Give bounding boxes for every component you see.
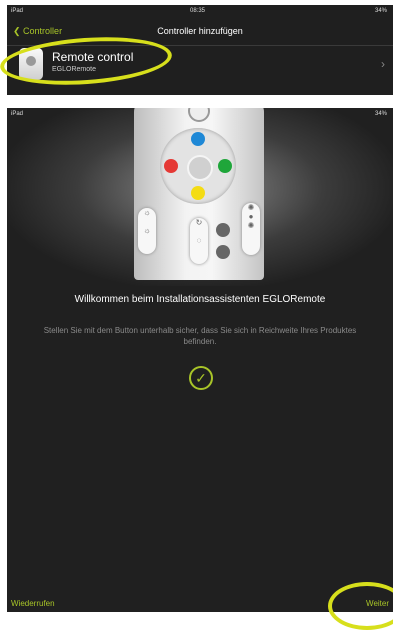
remote-body: ☼ ☼ ↻ ◌ ✺ ● ✺	[134, 108, 264, 280]
heart-icon	[216, 245, 230, 259]
center-button	[187, 155, 213, 181]
battery-level: 34%	[374, 111, 387, 117]
heart-icon	[216, 223, 230, 237]
clock: 08:35	[190, 8, 206, 14]
brightness-pill: ☼ ☼	[138, 208, 156, 254]
highlight-ellipse	[328, 582, 393, 630]
check-icon[interactable]: ✓	[189, 366, 213, 390]
chevron-right-icon: ›	[381, 57, 385, 71]
status-bar: iPad 34%	[7, 108, 393, 120]
color-dpad	[160, 128, 236, 204]
battery-level: 34%	[374, 8, 387, 14]
welcome-text: Willkommen beim Installationsassistenten…	[74, 294, 326, 305]
install-wizard-screen: ☼ ☼ ↻ ◌ ✺ ● ✺ iPad 34% Willkommen beim Insta…	[7, 108, 393, 612]
undo-button[interactable]: Wiederrufen	[11, 599, 55, 608]
yellow-button	[191, 186, 205, 200]
page-title: Controller hinzufügen	[157, 26, 243, 36]
white-pill: ✺ ● ✺	[242, 203, 260, 255]
mode-pill: ↻ ◌	[190, 218, 208, 264]
hint-text: Stellen Sie mit dem Button unterhalb sic…	[43, 326, 357, 346]
green-button	[218, 159, 232, 173]
status-bar: iPad 08:35 34%	[7, 5, 393, 17]
red-button	[164, 159, 178, 173]
device-label: iPad	[11, 111, 24, 117]
blue-button	[191, 132, 205, 146]
device-label: iPad	[11, 8, 24, 14]
remote-illustration: ☼ ☼ ↻ ◌ ✺ ● ✺	[7, 108, 393, 286]
